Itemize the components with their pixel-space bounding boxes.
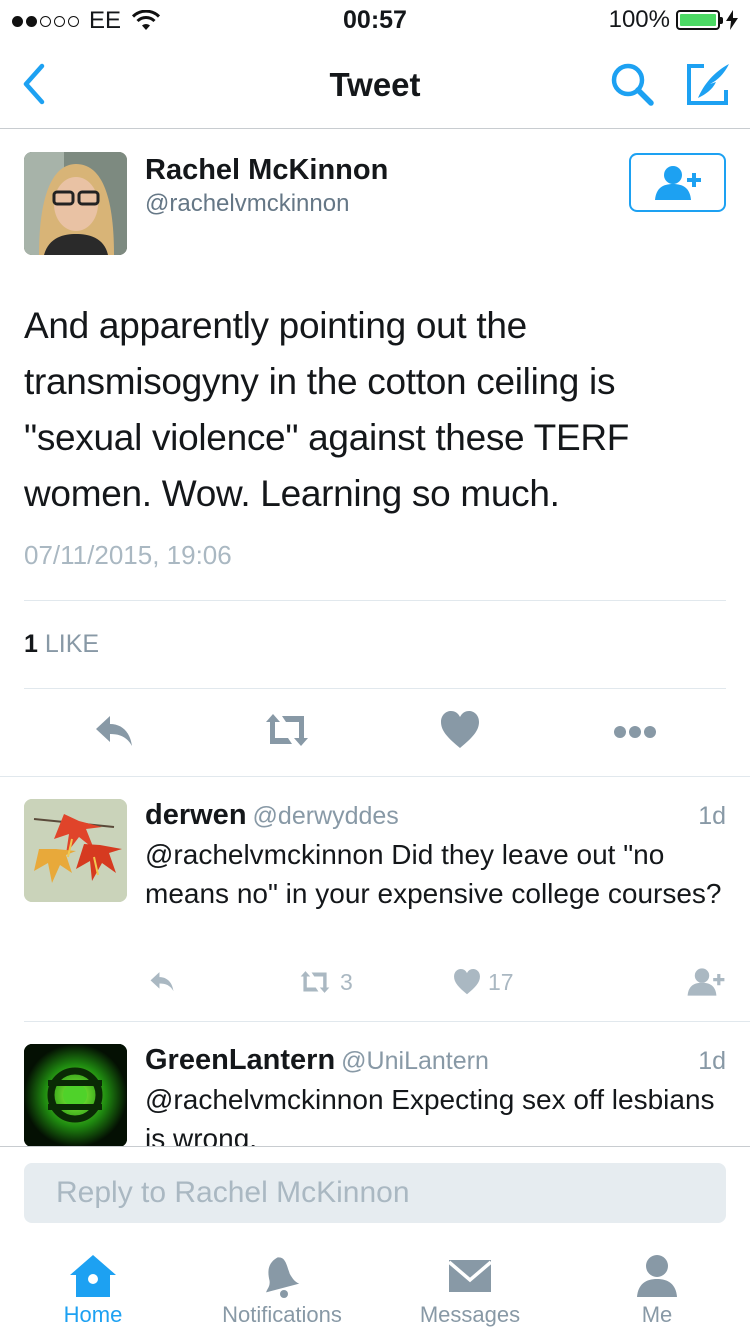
follow-button[interactable] bbox=[629, 153, 726, 212]
reply-author[interactable]: GreenLantern @UniLantern bbox=[145, 1044, 489, 1077]
nav-bar: Tweet bbox=[0, 40, 750, 129]
reply-input-placeholder: Reply to Rachel McKinnon bbox=[56, 1176, 410, 1209]
reply-author-name: derwen bbox=[145, 799, 247, 831]
charging-bolt-icon bbox=[726, 10, 738, 30]
bell-icon bbox=[266, 1257, 300, 1298]
tab-label: Me bbox=[641, 1302, 673, 1327]
reply-author-name: GreenLantern bbox=[145, 1044, 336, 1076]
reply-text: @rachelvmckinnon Did they leave out "no … bbox=[145, 839, 722, 909]
reply-like-button[interactable]: 17 bbox=[452, 967, 514, 997]
battery-percent: 100% bbox=[608, 6, 670, 33]
retweet-icon bbox=[300, 971, 330, 993]
divider bbox=[24, 688, 726, 689]
reply-actions: 3 17 bbox=[0, 967, 750, 1007]
reply-author-handle: @UniLantern bbox=[341, 1047, 489, 1075]
battery-icon bbox=[676, 10, 723, 30]
search-icon[interactable] bbox=[608, 60, 656, 108]
tab-notifications[interactable]: Notifications bbox=[192, 1250, 372, 1328]
tab-me[interactable]: Me bbox=[567, 1250, 747, 1328]
reply-icon bbox=[150, 972, 174, 992]
tab-bar: Home Notifications Messages Me bbox=[0, 1240, 750, 1334]
author-name[interactable]: Rachel McKinnon bbox=[145, 154, 388, 187]
reply-reply-button[interactable] bbox=[146, 967, 178, 995]
home-icon bbox=[70, 1255, 116, 1297]
reply-follow-button[interactable] bbox=[686, 967, 726, 997]
like-count: 17 bbox=[488, 968, 514, 995]
reply-time: 1d bbox=[698, 1047, 726, 1075]
status-right: 100% bbox=[609, 6, 738, 34]
author-handle[interactable]: @rachelvmckinnon bbox=[145, 190, 349, 218]
author-avatar[interactable] bbox=[24, 152, 127, 255]
reply-icon[interactable] bbox=[92, 708, 136, 752]
reply-input[interactable]: Reply to Rachel McKinnon bbox=[24, 1163, 726, 1223]
tweet-actions bbox=[0, 708, 750, 758]
like-count-value: 1 bbox=[24, 630, 38, 658]
tab-messages[interactable]: Messages bbox=[380, 1250, 560, 1328]
reply-tweet[interactable]: GreenLantern @UniLantern 1d @rachelvmckin… bbox=[0, 1022, 750, 1146]
tweet-timestamp: 07/11/2015, 19:06 bbox=[24, 540, 232, 570]
tab-home[interactable]: Home bbox=[3, 1250, 183, 1328]
envelope-icon bbox=[447, 1260, 493, 1292]
like-count-label: LIKE bbox=[44, 630, 100, 658]
retweet-count: 3 bbox=[340, 968, 353, 995]
reply-avatar[interactable] bbox=[24, 1044, 127, 1146]
reply-avatar[interactable] bbox=[24, 799, 127, 902]
reply-retweet-button[interactable]: 3 bbox=[296, 967, 353, 997]
tab-label: Notifications bbox=[222, 1302, 342, 1327]
reply-time: 1d bbox=[698, 802, 726, 830]
reply-text: @rachelvmckinnon Expecting sex off lesbi… bbox=[145, 1084, 715, 1146]
more-options-icon[interactable] bbox=[612, 708, 658, 752]
divider bbox=[24, 600, 726, 601]
retweet-icon[interactable] bbox=[262, 708, 312, 752]
person-icon bbox=[637, 1255, 677, 1297]
like-heart-icon[interactable] bbox=[438, 708, 482, 752]
likes-count[interactable]: 1 LIKE bbox=[24, 630, 99, 659]
status-bar: EE 00:57 100% bbox=[0, 0, 750, 40]
divider bbox=[0, 776, 750, 777]
like-heart-icon bbox=[454, 969, 480, 995]
reply-author[interactable]: derwen @derwyddes bbox=[145, 799, 399, 832]
tab-label: Home bbox=[63, 1302, 123, 1327]
tab-label: Messages bbox=[419, 1302, 521, 1327]
compose-tweet-icon[interactable] bbox=[684, 60, 732, 108]
add-user-icon bbox=[654, 165, 701, 200]
tweet-body: And apparently pointing out the transmis… bbox=[24, 305, 630, 514]
reply-author-handle: @derwyddes bbox=[252, 802, 399, 830]
add-user-icon bbox=[687, 968, 725, 996]
reply-composer: Reply to Rachel McKinnon bbox=[0, 1146, 750, 1240]
